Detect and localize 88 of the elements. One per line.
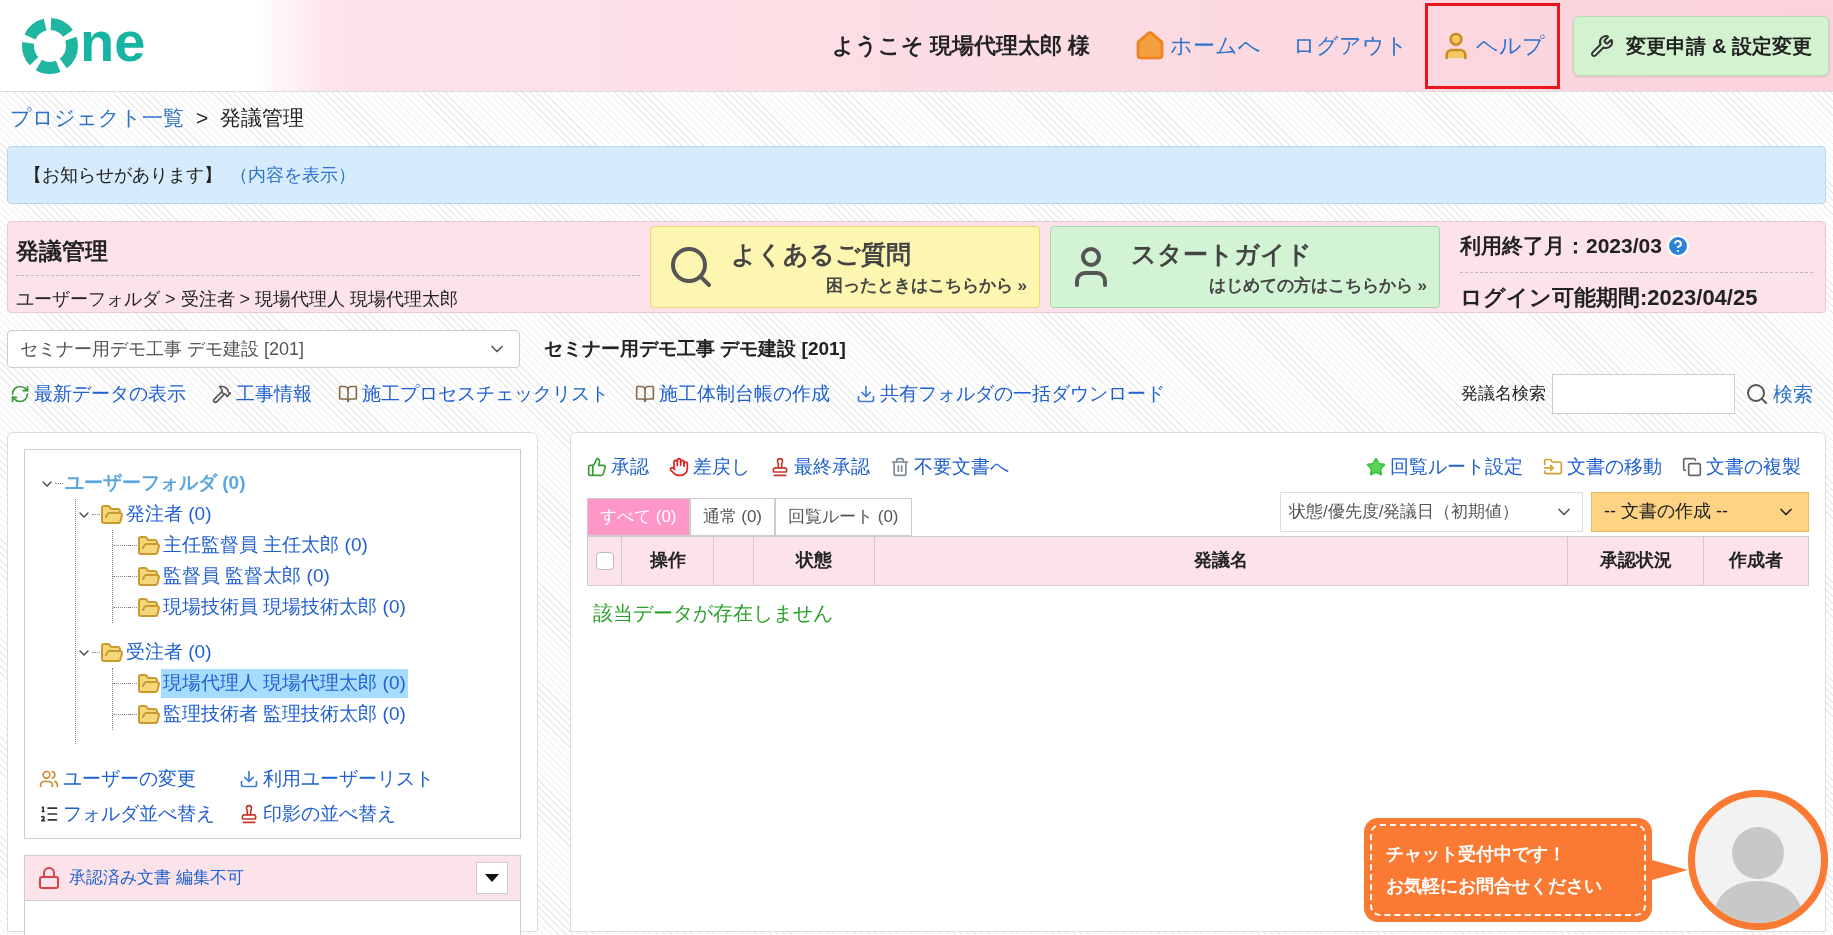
tree-item[interactable]: 現場代理人 現場代理太郎 (0) — [161, 669, 408, 698]
filter-tab[interactable]: 通常 (0) — [689, 497, 775, 536]
project-label: セミナー用デモ工事 デモ建設 [201] — [544, 336, 846, 361]
column-header: 承認状況 — [1568, 536, 1704, 585]
star-icon — [1366, 457, 1386, 478]
action-link[interactable]: 回覧ルート設定 — [1366, 453, 1523, 482]
nav-link[interactable]: ヘルプ — [1428, 5, 1558, 86]
folder-icon — [137, 702, 161, 727]
breadcrumb-link[interactable]: プロジェクト一覧 — [10, 102, 184, 134]
column-header: 作成者 — [1727, 549, 1784, 572]
action-link[interactable]: 文書の複製 — [1682, 453, 1801, 482]
thumbs-up-icon — [587, 457, 607, 478]
copy-icon — [1682, 457, 1702, 478]
notice-text: 【お知らせがあります】 — [24, 163, 222, 187]
action-link[interactable]: フォルダ並べ替え — [39, 799, 215, 828]
folder-path: ユーザーフォルダ > 受注者 > 現場代理人 現場代理太郎 — [16, 287, 460, 311]
caret-icon — [485, 874, 499, 882]
action-link[interactable]: ユーザーの変更 — [39, 765, 215, 794]
tree-item[interactable]: 主任監督員 主任太郎 (0) — [161, 531, 370, 560]
chat-text: お気軽にお問合せください — [1386, 875, 1603, 898]
search-field[interactable] — [1552, 374, 1735, 414]
action-link[interactable]: 工事情報 — [212, 379, 312, 409]
breadcrumb-separator: > — [196, 105, 209, 132]
stamp-icon — [239, 803, 259, 824]
search-button[interactable]: 検索 — [1745, 379, 1813, 409]
page-title: 発議管理 — [16, 222, 640, 276]
logo-ring-icon — [20, 15, 80, 76]
book-icon — [635, 384, 655, 404]
action-link[interactable]: 差戻し — [669, 453, 750, 482]
tree-item[interactable]: 発注者 (0) — [124, 500, 214, 529]
action-link[interactable]: 利用ユーザーリスト — [239, 765, 434, 794]
nav-link[interactable]: ログアウト — [1281, 5, 1421, 86]
folder-icon — [137, 564, 161, 589]
login-period-text: ログイン可能期間:2023/04/25 — [1460, 283, 1759, 312]
banner-link[interactable]: よくあるご質問 困ったときはこちらから » — [650, 226, 1040, 308]
select-all-checkbox[interactable] — [595, 551, 614, 570]
lock-icon — [37, 866, 61, 890]
action-link[interactable]: 施工体制台帳の作成 — [635, 379, 830, 409]
action-link[interactable]: 不要文書へ — [890, 453, 1009, 482]
action-link[interactable]: 承認 — [587, 453, 649, 482]
filter-tab[interactable]: 回覧ルート (0) — [775, 497, 912, 536]
wrench-icon — [1590, 33, 1615, 58]
search-icon — [1745, 382, 1769, 406]
tree-item[interactable]: 受注者 (0) — [124, 638, 214, 667]
users-icon — [39, 769, 59, 790]
download-icon — [239, 769, 259, 790]
action-link[interactable]: 最新データの表示 — [10, 379, 186, 409]
folder-icon — [100, 640, 124, 665]
dropdown-toggle[interactable] — [476, 862, 508, 894]
welcome-text: ようこそ 現場代理太郎 様 — [832, 32, 1091, 60]
expiry-text: 利用終了月：2023/03 — [1460, 233, 1662, 259]
hammer-icon — [212, 384, 232, 404]
locked-section-label: 承認済み文書 編集不可 — [69, 867, 244, 890]
tree-item[interactable]: 現場技術員 現場技術太郎 (0) — [161, 593, 408, 622]
action-link[interactable]: 最終承認 — [770, 453, 870, 482]
hand-icon — [669, 457, 689, 478]
nav-link[interactable]: ホームへ — [1122, 5, 1274, 86]
help-icon[interactable] — [1665, 233, 1690, 258]
notice-link[interactable]: （内容を表示） — [230, 161, 356, 189]
folder-icon — [137, 595, 161, 620]
action-link[interactable]: 印影の並べ替え — [239, 799, 434, 828]
stamp-icon — [770, 457, 790, 478]
search-label: 発議名検索 — [1461, 383, 1546, 406]
logo: ne — [20, 15, 310, 76]
breadcrumb-current: 発議管理 — [220, 105, 305, 132]
folder-icon — [137, 533, 161, 558]
create-document-select[interactable]: -- 文書の作成 -- — [1591, 491, 1809, 532]
book-icon — [338, 384, 358, 404]
folder-icon — [137, 671, 161, 696]
download-icon — [856, 384, 876, 404]
tree-item[interactable]: 監督員 監督太郎 (0) — [161, 562, 332, 591]
banner-link[interactable]: スタートガイド はじめての方はこちらから » — [1050, 226, 1440, 308]
project-select[interactable]: セミナー用デモ工事 デモ建設 [201] — [7, 330, 520, 368]
folder-move-icon — [1543, 457, 1563, 478]
sort-select[interactable]: 状態/優先度/発議日（初期値） — [1280, 491, 1583, 532]
tree-item[interactable]: 監理技術者 監理技術太郎 (0) — [161, 700, 408, 729]
column-header: 発議名 — [875, 536, 1568, 585]
action-link[interactable]: 施工プロセスチェックリスト — [338, 379, 609, 409]
action-link[interactable]: 共有フォルダの一括ダウンロード — [856, 379, 1165, 409]
column-header: 操作 — [622, 536, 714, 585]
trash-icon — [890, 457, 910, 478]
chat-text: チャット受付中です！ — [1386, 843, 1567, 866]
column-header: 状態 — [754, 536, 875, 585]
settings-button[interactable]: 変更申請 & 設定変更 — [1573, 15, 1829, 76]
empty-message: 該当データが存在しません — [592, 600, 834, 626]
action-link[interactable]: 文書の移動 — [1543, 453, 1662, 482]
folder-icon — [100, 502, 124, 527]
refresh-icon — [10, 384, 30, 404]
